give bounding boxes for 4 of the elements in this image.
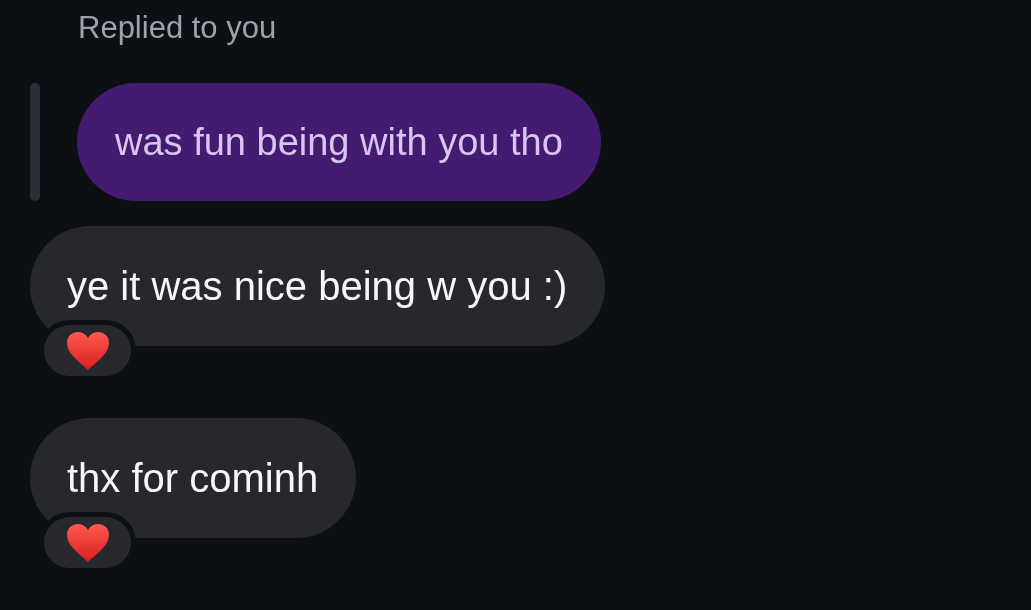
reply-label: Replied to you [78, 9, 277, 47]
quoted-message-bubble[interactable]: was fun being with you tho [77, 83, 601, 201]
message-bubble[interactable]: thx for cominh [30, 418, 357, 538]
message-bubble[interactable]: ye it was nice being w you :) [30, 226, 606, 346]
